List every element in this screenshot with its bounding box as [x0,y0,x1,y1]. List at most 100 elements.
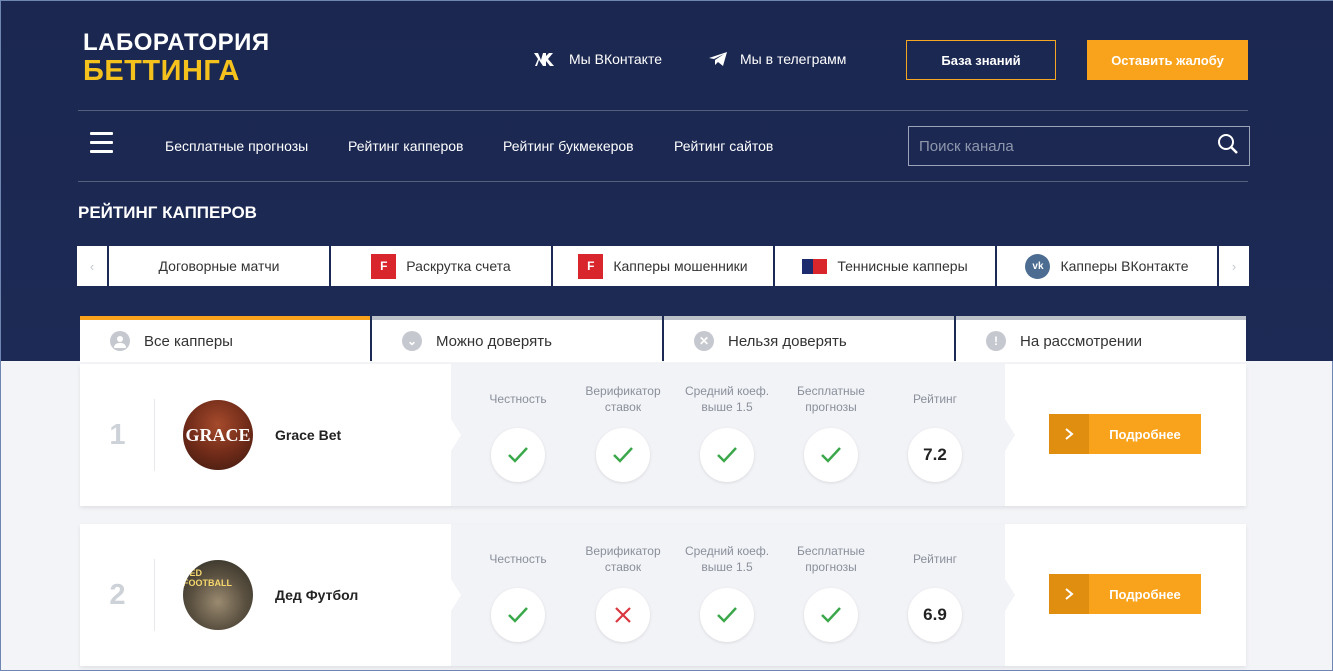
logo-line-2: БЕТТИНГА [83,55,240,87]
section-title: РЕЙТИНГ КАППЕРОВ [78,203,257,222]
tab-all-cappers[interactable]: Все капперы [80,316,370,362]
check-icon [491,588,545,642]
metric-label: Честность [489,552,547,566]
check-icon [804,428,858,482]
exclamation-icon: ! [986,331,1006,351]
metric-honesty: Честность [468,364,568,506]
nav-sites-rating[interactable]: Рейтинг сайтов [674,138,773,154]
nav-bookmakers-rating[interactable]: Рейтинг букмекеров [503,138,634,154]
metric-free: Бесплатные прогнозы [781,364,881,506]
category-label: Капперы ВКонтакте [1060,258,1189,274]
carousel-next-button[interactable]: › [1219,246,1249,286]
red-f-icon: F [371,253,397,279]
site-logo[interactable]: LАБОРАТОРИЯ БЕТТИНГА [83,29,270,87]
avatar[interactable]: DED FOOTBALL [183,560,253,630]
rating-circle: 6.9 [908,588,962,642]
metric-free: Бесплатные прогнозы [781,524,881,666]
chevron-down-icon: ⌄ [402,331,422,351]
check-icon [596,428,650,482]
tab-untrusted[interactable]: ✕ Нельзя доверять [664,316,954,362]
tab-label: Все капперы [144,332,233,350]
vk-icon: vk [1025,253,1051,279]
chevron-right-icon [1049,414,1089,454]
metric-label: Верификатор ставок [585,384,661,414]
category-item[interactable]: F Капперы мошенники [553,246,773,286]
metric-honesty: Честность [468,524,568,666]
metric-label: Честность [489,392,547,406]
divider [78,110,1248,111]
capper-row: 1 GRACE Grace Bet Честность Верификатор … [80,364,1246,506]
user-icon [110,331,130,351]
rating-circle: 7.2 [908,428,962,482]
vk-icon [533,51,557,67]
category-label: Договорные матчи [158,258,280,274]
metric-rating: Рейтинг 7.2 [885,364,985,506]
tab-label: Можно доверять [436,332,552,350]
metric-verifier: Верификатор ставок [573,524,673,666]
divider [154,559,155,631]
tab-label: На рассмотрении [1020,332,1142,350]
capper-rank: 1 [109,418,126,451]
category-carousel: ‹ Договорные матчи F Раскрутка счета F К… [77,246,1249,286]
category-label: Капперы мошенники [613,258,748,274]
filter-tabs: Все капперы ⌄ Можно доверять ✕ Нельзя до… [80,316,1246,362]
metric-label: Средний коеф. выше 1.5 [684,384,770,414]
check-icon [700,428,754,482]
vk-link[interactable]: Мы ВКонтакте [533,51,662,67]
metric-label: Бесплатные прогнозы [797,544,865,574]
tennis-flag-icon [802,258,828,274]
check-icon [491,428,545,482]
search-box [908,126,1250,166]
category-label: Раскрутка счета [406,258,511,274]
details-button[interactable]: Подробнее [1049,414,1201,454]
capper-row: 2 DED FOOTBALL Дед Футбол Честность Вери… [80,524,1246,666]
carousel-prev-button[interactable]: ‹ [77,246,107,286]
category-item[interactable]: F Раскрутка счета [331,246,551,286]
chevron-right-icon [1049,574,1089,614]
metric-label: Рейтинг [912,552,958,566]
avatar[interactable]: GRACE [183,400,253,470]
telegram-link[interactable]: Мы в телеграмм [708,51,846,67]
red-f-icon: F [578,253,604,279]
capper-metrics: Честность Верификатор ставок Средний кое… [451,364,1015,506]
metric-label: Рейтинг [912,392,958,406]
telegram-icon [708,51,728,67]
tab-trusted[interactable]: ⌄ Можно доверять [372,316,662,362]
tab-label: Нельзя доверять [728,332,847,350]
rating-value: 7.2 [923,445,947,464]
nav-cappers-rating[interactable]: Рейтинг капперов [348,138,463,154]
check-icon [804,588,858,642]
knowledge-base-button[interactable]: База знаний [906,40,1056,80]
metric-verifier: Верификатор ставок [573,364,673,506]
category-item[interactable]: Теннисные капперы [775,246,995,286]
details-button-label: Подробнее [1109,586,1181,602]
capper-name[interactable]: Grace Bet [275,427,341,443]
tab-under-review[interactable]: ! На рассмотрении [956,316,1246,362]
search-icon[interactable] [1217,133,1239,160]
category-label: Теннисные капперы [837,258,968,274]
capper-rank: 2 [109,578,126,611]
search-input[interactable] [919,137,1217,155]
rating-value: 6.9 [923,605,947,624]
metric-rating: Рейтинг 6.9 [885,524,985,666]
divider [78,181,1248,182]
metric-label: Бесплатные прогнозы [797,384,865,414]
details-button[interactable]: Подробнее [1049,574,1201,614]
cross-icon [596,588,650,642]
metric-label: Средний коеф. выше 1.5 [684,544,770,574]
nav-free-predictions[interactable]: Бесплатные прогнозы [165,138,308,154]
category-item[interactable]: Договорные матчи [109,246,329,286]
capper-metrics: Честность Верификатор ставок Средний кое… [451,524,1015,666]
check-icon [700,588,754,642]
divider [154,399,155,471]
menu-icon[interactable] [90,132,113,159]
complaint-button[interactable]: Оставить жалобу [1087,40,1248,80]
telegram-link-label: Мы в телеграмм [740,51,847,67]
capper-name[interactable]: Дед Футбол [275,587,358,603]
details-button-label: Подробнее [1109,426,1181,442]
vk-link-label: Мы ВКонтакте [569,51,662,67]
category-item[interactable]: vk Капперы ВКонтакте [997,246,1217,286]
metric-label: Верификатор ставок [585,544,661,574]
metric-avg-coef: Средний коеф. выше 1.5 [677,364,777,506]
logo-line-1: LАБОРАТОРИЯ [83,29,270,56]
